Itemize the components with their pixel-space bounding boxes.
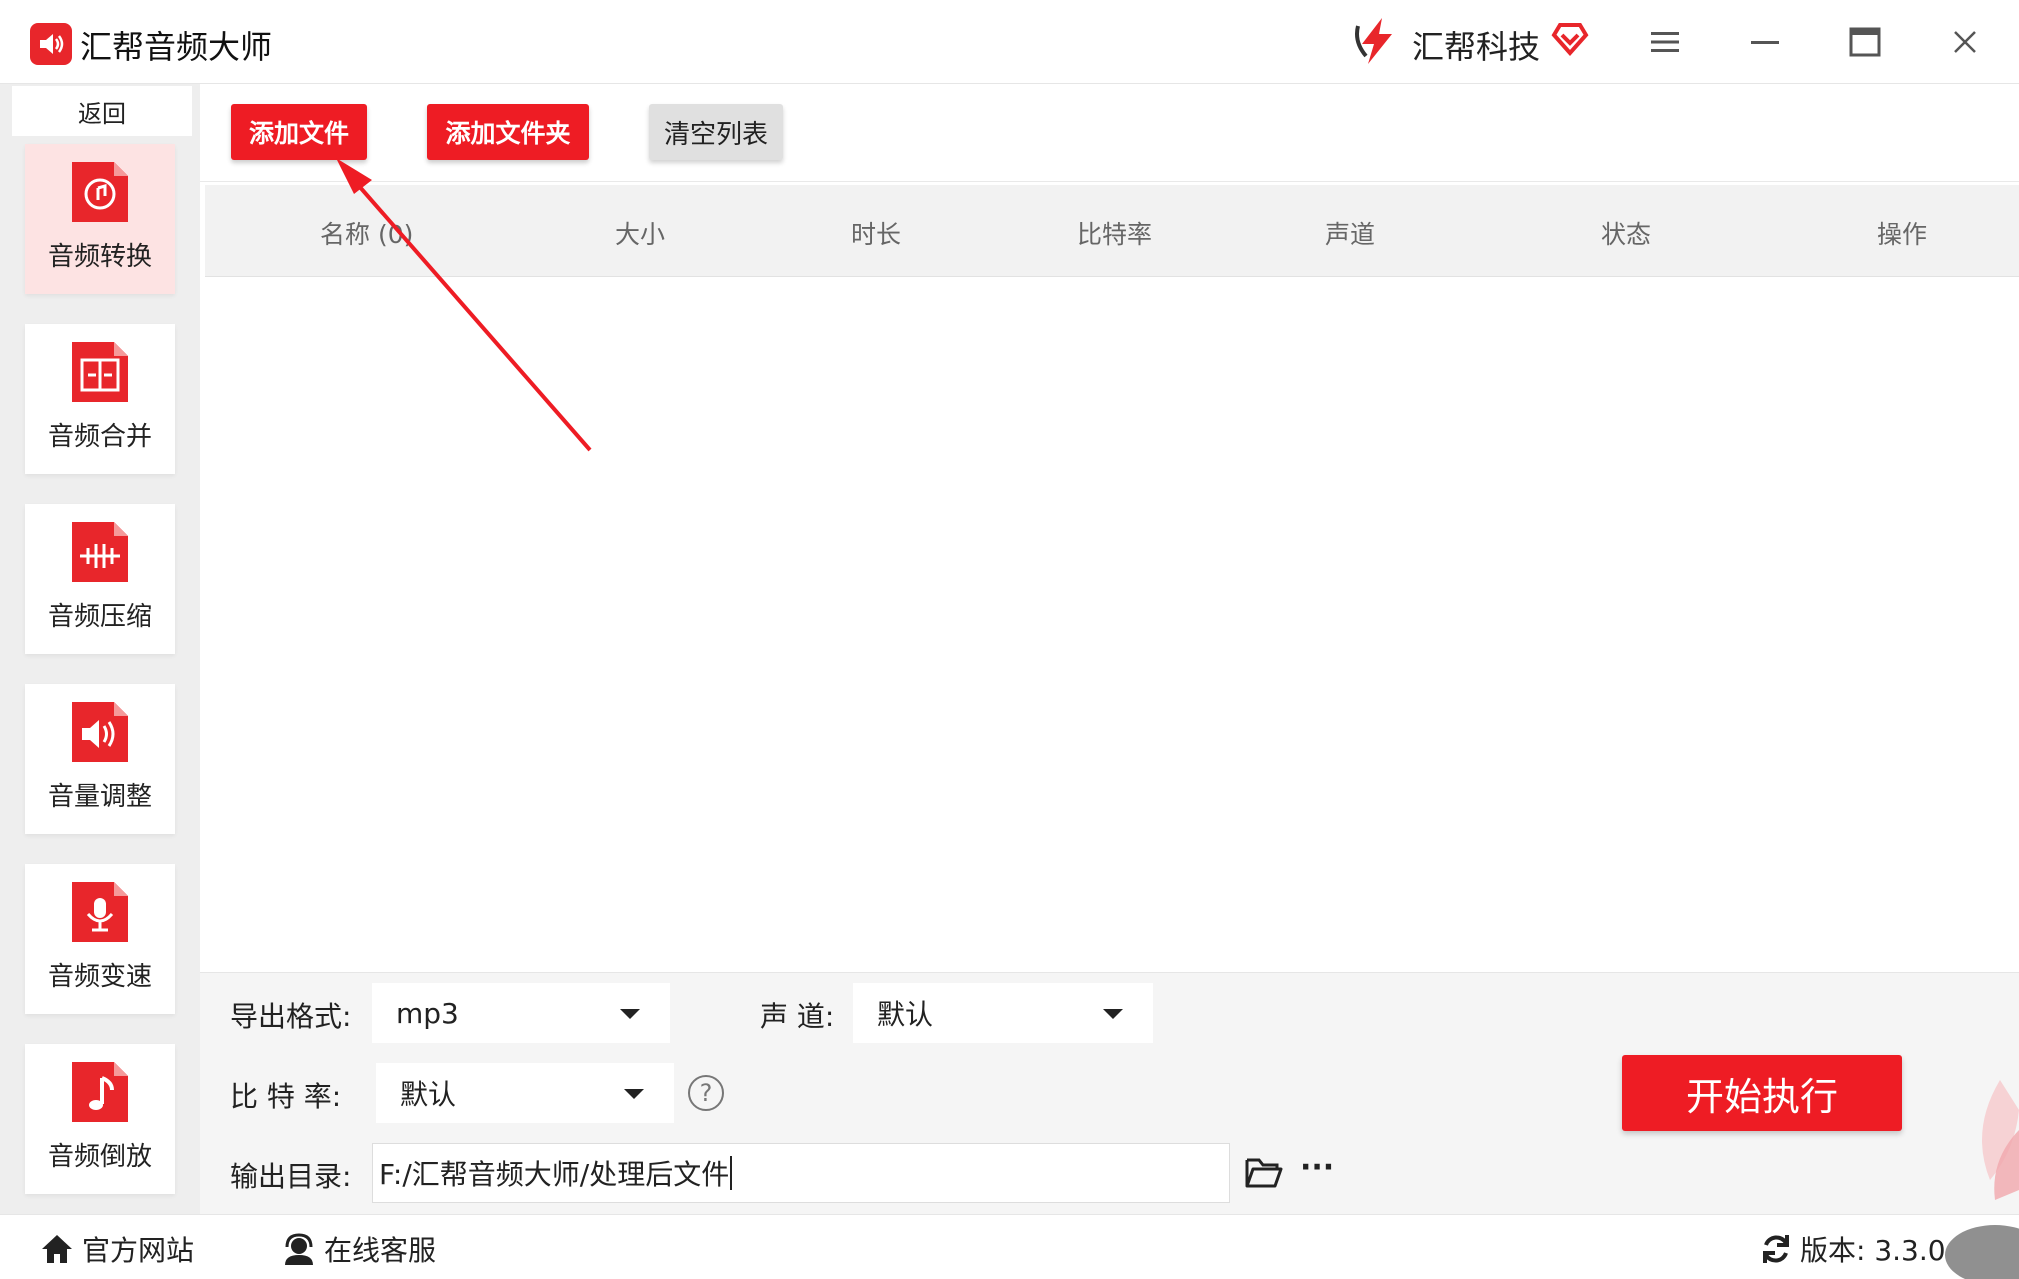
format-select[interactable]: mp3	[372, 983, 670, 1043]
column-duration[interactable]: 时长	[851, 215, 901, 251]
folder-open-icon[interactable]	[1245, 1156, 1283, 1188]
channel-select[interactable]: 默认	[853, 983, 1153, 1043]
sidebar-item-audio-merge[interactable]: 音频合并	[25, 324, 175, 474]
official-website-link[interactable]: 官方网站	[40, 1229, 194, 1269]
lotus-decoration-icon	[1945, 1080, 2019, 1279]
column-bitrate[interactable]: 比特率	[1077, 215, 1152, 251]
app-title: 汇帮音频大师	[80, 28, 273, 66]
format-value: mp3	[396, 996, 459, 1030]
bitrate-value: 默认	[400, 1078, 457, 1111]
sidebar-item-label: 音频压缩	[47, 602, 152, 632]
audio-speed-icon	[72, 882, 128, 942]
bitrate-label: 比 特 率:	[230, 1080, 342, 1113]
home-icon	[42, 1235, 72, 1263]
headset-icon	[285, 1233, 313, 1265]
version-info[interactable]: 版本: 3.3.0	[1760, 1229, 1946, 1269]
sidebar-item-label: 音频倒放	[47, 1142, 152, 1172]
minimize-icon[interactable]	[1745, 22, 1785, 62]
chevron-down-icon	[1103, 1009, 1123, 1019]
sidebar-item-audio-compress[interactable]: 音频压缩	[25, 504, 175, 654]
add-file-button[interactable]: 添加文件	[231, 104, 367, 160]
audio-compress-icon	[72, 522, 128, 582]
sidebar-item-audio-convert[interactable]: 音频转换	[25, 144, 175, 294]
close-icon[interactable]	[1945, 22, 1985, 62]
sidebar-item-audio-speed[interactable]: 音频变速	[25, 864, 175, 1014]
output-dir-input[interactable]: F:/汇帮音频大师/处理后文件	[372, 1143, 1230, 1203]
brand-logo-icon	[1355, 18, 1392, 64]
channel-value: 默认	[877, 998, 934, 1031]
add-folder-button[interactable]: 添加文件夹	[427, 104, 589, 160]
sidebar-item-audio-reverse[interactable]: 音频倒放	[25, 1044, 175, 1194]
sidebar-item-label: 音量调整	[47, 782, 152, 812]
footer: 官方网站 在线客服 版本: 3.3.0	[0, 1214, 2019, 1279]
column-channel[interactable]: 声道	[1325, 215, 1375, 251]
audio-merge-icon	[72, 342, 128, 402]
column-size[interactable]: 大小	[615, 215, 665, 251]
refresh-icon	[1763, 1235, 1789, 1263]
menu-icon[interactable]	[1645, 22, 1685, 62]
brand-name: 汇帮科技	[1412, 28, 1541, 66]
column-actions[interactable]: 操作	[1877, 215, 1927, 251]
sidebar-item-volume-adjust[interactable]: 音量调整	[25, 684, 175, 834]
sidebar: 返回 音频转换 音频合并 音频压缩 音量调整 音频变速 音频倒放	[0, 84, 200, 1214]
sidebar-item-label: 音频变速	[47, 962, 152, 992]
clear-list-button[interactable]: 清空列表	[649, 104, 783, 160]
more-options-icon[interactable]: ···	[1300, 1150, 1334, 1185]
back-button[interactable]: 返回	[12, 86, 192, 136]
toolbar: 添加文件 添加文件夹 清空列表	[200, 84, 2019, 182]
online-support-label: 在线客服	[324, 1234, 437, 1267]
column-status[interactable]: 状态	[1601, 215, 1651, 251]
column-name[interactable]: 名称 (0)	[320, 215, 413, 251]
sidebar-item-label: 音频合并	[47, 422, 152, 452]
file-list[interactable]	[205, 277, 2019, 972]
online-support-link[interactable]: 在线客服	[282, 1229, 436, 1269]
help-icon[interactable]: ?	[688, 1075, 724, 1111]
vip-heart-icon[interactable]	[1550, 20, 1590, 56]
audio-reverse-icon	[72, 1062, 128, 1122]
format-label: 导出格式:	[230, 1000, 352, 1033]
sidebar-item-label: 音频转换	[47, 242, 152, 272]
bitrate-select[interactable]: 默认	[376, 1063, 674, 1123]
start-button[interactable]: 开始执行	[1622, 1055, 1902, 1131]
output-dir-label: 输出目录:	[230, 1160, 352, 1193]
text-cursor	[730, 1156, 733, 1190]
output-dir-value: F:/汇帮音频大师/处理后文件	[379, 1158, 730, 1191]
audio-convert-icon	[72, 162, 128, 222]
file-table-header: 名称 (0) 大小 时长 比特率 声道 状态 操作	[205, 185, 2019, 277]
chevron-down-icon	[620, 1009, 640, 1019]
official-website-label: 官方网站	[82, 1234, 195, 1267]
channel-label: 声 道:	[760, 1000, 835, 1033]
version-label: 版本: 3.3.0	[1800, 1234, 1946, 1267]
speaker-logo-icon	[30, 23, 72, 65]
chevron-down-icon	[624, 1089, 644, 1099]
maximize-icon[interactable]	[1845, 22, 1885, 62]
volume-adjust-icon	[72, 702, 128, 762]
title-bar: 汇帮音频大师 汇帮科技	[0, 0, 2019, 84]
